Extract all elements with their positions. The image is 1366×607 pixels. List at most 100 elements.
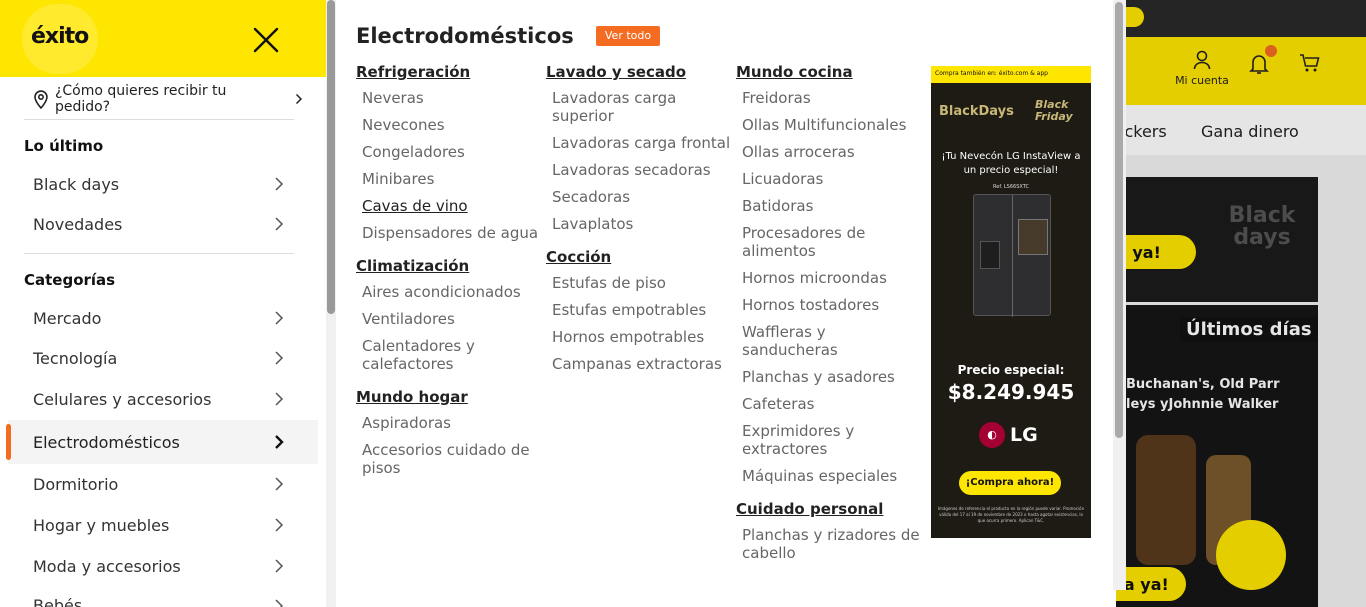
menu-link[interactable]: Accesorios cuidado de pisos (356, 437, 542, 482)
menu-link[interactable]: Congeladores (356, 139, 542, 166)
section-categorias: Categorías (24, 271, 116, 289)
menu-link[interactable]: Hornos empotrables (546, 324, 732, 351)
menu-link[interactable]: Lavadoras carga superior (546, 85, 732, 130)
menu-link[interactable]: Aires acondicionados (356, 279, 542, 306)
chevron-right-icon (275, 392, 284, 406)
menu-link[interactable]: Calentadores y calefactores (356, 333, 542, 378)
sidebar-item-mercado[interactable]: Mercado (8, 298, 318, 338)
ad-black-friday: Black Friday (1035, 98, 1073, 123)
menu-header-lavado[interactable]: Lavado y secado (546, 63, 732, 81)
user-icon (1193, 50, 1211, 70)
ad-black-days: BlackDays (939, 104, 1014, 119)
menu-link[interactable]: Lavaplatos (546, 211, 732, 238)
sidebar-item-tecnologia[interactable]: Tecnología (8, 338, 318, 378)
menu-link[interactable]: Freidoras (736, 85, 922, 112)
menu-link[interactable]: Planchas y rizadores de cabello (736, 522, 922, 567)
notification-dot (1265, 45, 1277, 57)
sidebar-scrollbar[interactable] (326, 0, 336, 607)
promo-ad-banner[interactable]: Compra también en: éxito.com & app Black… (931, 66, 1091, 538)
menu-link[interactable]: Waffleras y sanducheras (736, 319, 922, 364)
menu-link[interactable]: Hornos tostadores (736, 292, 922, 319)
scrollbar-thumb[interactable] (1115, 2, 1123, 438)
chevron-right-icon (275, 177, 284, 191)
menu-link[interactable]: Máquinas especiales (736, 463, 922, 490)
menu-link[interactable]: Procesadores de alimentos (736, 220, 922, 265)
sidebar-item-label: Celulares y accesorios (33, 389, 212, 409)
lg-brand-text: LG (1010, 424, 1038, 446)
menu-link[interactable]: Campanas extractoras (546, 351, 732, 378)
menu-link[interactable]: Hornos microondas (736, 265, 922, 292)
ad-buy-button[interactable]: ¡Compra ahora! (959, 471, 1061, 495)
menu-link[interactable]: Exprimidores y extractores (736, 418, 922, 463)
main-nav: ickers Gana dinero (1116, 105, 1366, 155)
menu-header-mundo-hogar[interactable]: Mundo hogar (356, 388, 542, 406)
chevron-right-icon (275, 477, 284, 491)
divider (24, 119, 294, 120)
menu-link[interactable]: Aspiradoras (356, 410, 542, 437)
menu-link[interactable]: Cafeteras (736, 391, 922, 418)
black-days-banner[interactable]: Black days a ya! (1116, 177, 1318, 302)
chevron-right-icon (275, 435, 284, 449)
chevron-right-icon (275, 311, 284, 325)
menu-link[interactable]: Batidoras (736, 193, 922, 220)
menu-link[interactable]: Lavadoras secadoras (546, 157, 732, 184)
refrigerator-image (973, 194, 1051, 317)
menu-header-mundo-cocina[interactable]: Mundo cocina (736, 63, 922, 81)
menu-link[interactable]: Licuadoras (736, 166, 922, 193)
sidebar-item-label: Hogar y muebles (33, 515, 170, 535)
sidebar-item-hogar[interactable]: Hogar y muebles (8, 505, 318, 545)
exito-logo[interactable]: éxito (31, 24, 89, 49)
ad-price-title: Precio especial: (957, 363, 1065, 377)
menu-link[interactable]: Ollas Multifuncionales (736, 112, 922, 139)
sidebar-item-moda[interactable]: Moda y accesorios (8, 546, 318, 586)
sidebar-header: éxito (0, 0, 326, 77)
sidebar-item-black-days[interactable]: Black days (8, 164, 318, 204)
bell-icon[interactable] (1249, 53, 1269, 75)
chevron-right-icon (296, 93, 303, 105)
sidebar-item-celulares[interactable]: Celulares y accesorios (8, 379, 318, 419)
sidebar-item-dormitorio[interactable]: Dormitorio (8, 464, 318, 504)
ad-legal-text: Imágenes de referencia el producto en la… (937, 506, 1085, 523)
sidebar-item-label: Dormitorio (33, 474, 119, 494)
menu-header-cuidado-personal[interactable]: Cuidado personal (736, 500, 922, 518)
menu-link[interactable]: Minibares (356, 166, 542, 193)
divider (24, 253, 294, 254)
menu-header-coccion[interactable]: Cocción (546, 248, 732, 266)
account-button[interactable]: Mi cuenta (1174, 50, 1230, 87)
menu-link[interactable]: Planchas y asadores (736, 364, 922, 391)
banner-cta: a ya! (1116, 235, 1196, 269)
menu-header-refrigeracion[interactable]: Refrigeración (356, 63, 542, 81)
menu-link[interactable]: Ventiladores (356, 306, 542, 333)
menu-link[interactable]: Dispensadores de agua (356, 220, 542, 247)
menu-link[interactable]: Neveras (356, 85, 542, 112)
ver-todo-button[interactable]: Ver todo (596, 26, 660, 46)
menu-link[interactable]: Secadoras (546, 184, 732, 211)
menu-link[interactable]: Lavadoras carga frontal (546, 130, 732, 157)
liquor-banner[interactable]: Últimos días Buchanan's, Old Parr leys y… (1116, 305, 1318, 607)
category-sidebar: éxito ¿Cómo quieres recibir tu pedido? L… (0, 0, 326, 607)
nav-item-gana-dinero[interactable]: Gana dinero (1201, 122, 1299, 141)
scrollbar-thumb[interactable] (327, 0, 335, 314)
sidebar-item-electrodomesticos[interactable]: Electrodomésticos (6, 420, 318, 464)
lg-logo: ◐ LG (979, 421, 1038, 449)
cart-icon[interactable] (1299, 53, 1321, 73)
chevron-right-icon (275, 351, 284, 365)
menu-link-hovered[interactable]: Cavas de vino (356, 193, 542, 220)
fridge-door-line (1012, 195, 1013, 317)
nav-item-stickers[interactable]: ickers (1120, 122, 1167, 141)
menu-column-1: Refrigeración Neveras Nevecones Congelad… (356, 63, 542, 482)
banner-black-days-text: Black days (1228, 203, 1296, 250)
menu-header-climatizacion[interactable]: Climatización (356, 257, 542, 275)
menu-link[interactable]: Estufas de piso (546, 270, 732, 297)
delivery-selector[interactable]: ¿Cómo quieres recibir tu pedido? (33, 83, 303, 115)
background-page: Mi cuenta ickers Gana dinero Black days … (1116, 0, 1366, 607)
sidebar-item-novedades[interactable]: Novedades (8, 204, 318, 244)
sidebar-item-bebes[interactable]: Bebés (8, 586, 318, 607)
ad-top-strip: Compra también en: éxito.com & app (931, 66, 1091, 83)
chevron-right-icon (275, 559, 284, 573)
menu-link[interactable]: Estufas empotrables (546, 297, 732, 324)
mega-menu-scrollbar[interactable] (1113, 0, 1126, 590)
close-icon[interactable] (250, 24, 282, 56)
menu-link[interactable]: Nevecones (356, 112, 542, 139)
menu-link[interactable]: Ollas arroceras (736, 139, 922, 166)
